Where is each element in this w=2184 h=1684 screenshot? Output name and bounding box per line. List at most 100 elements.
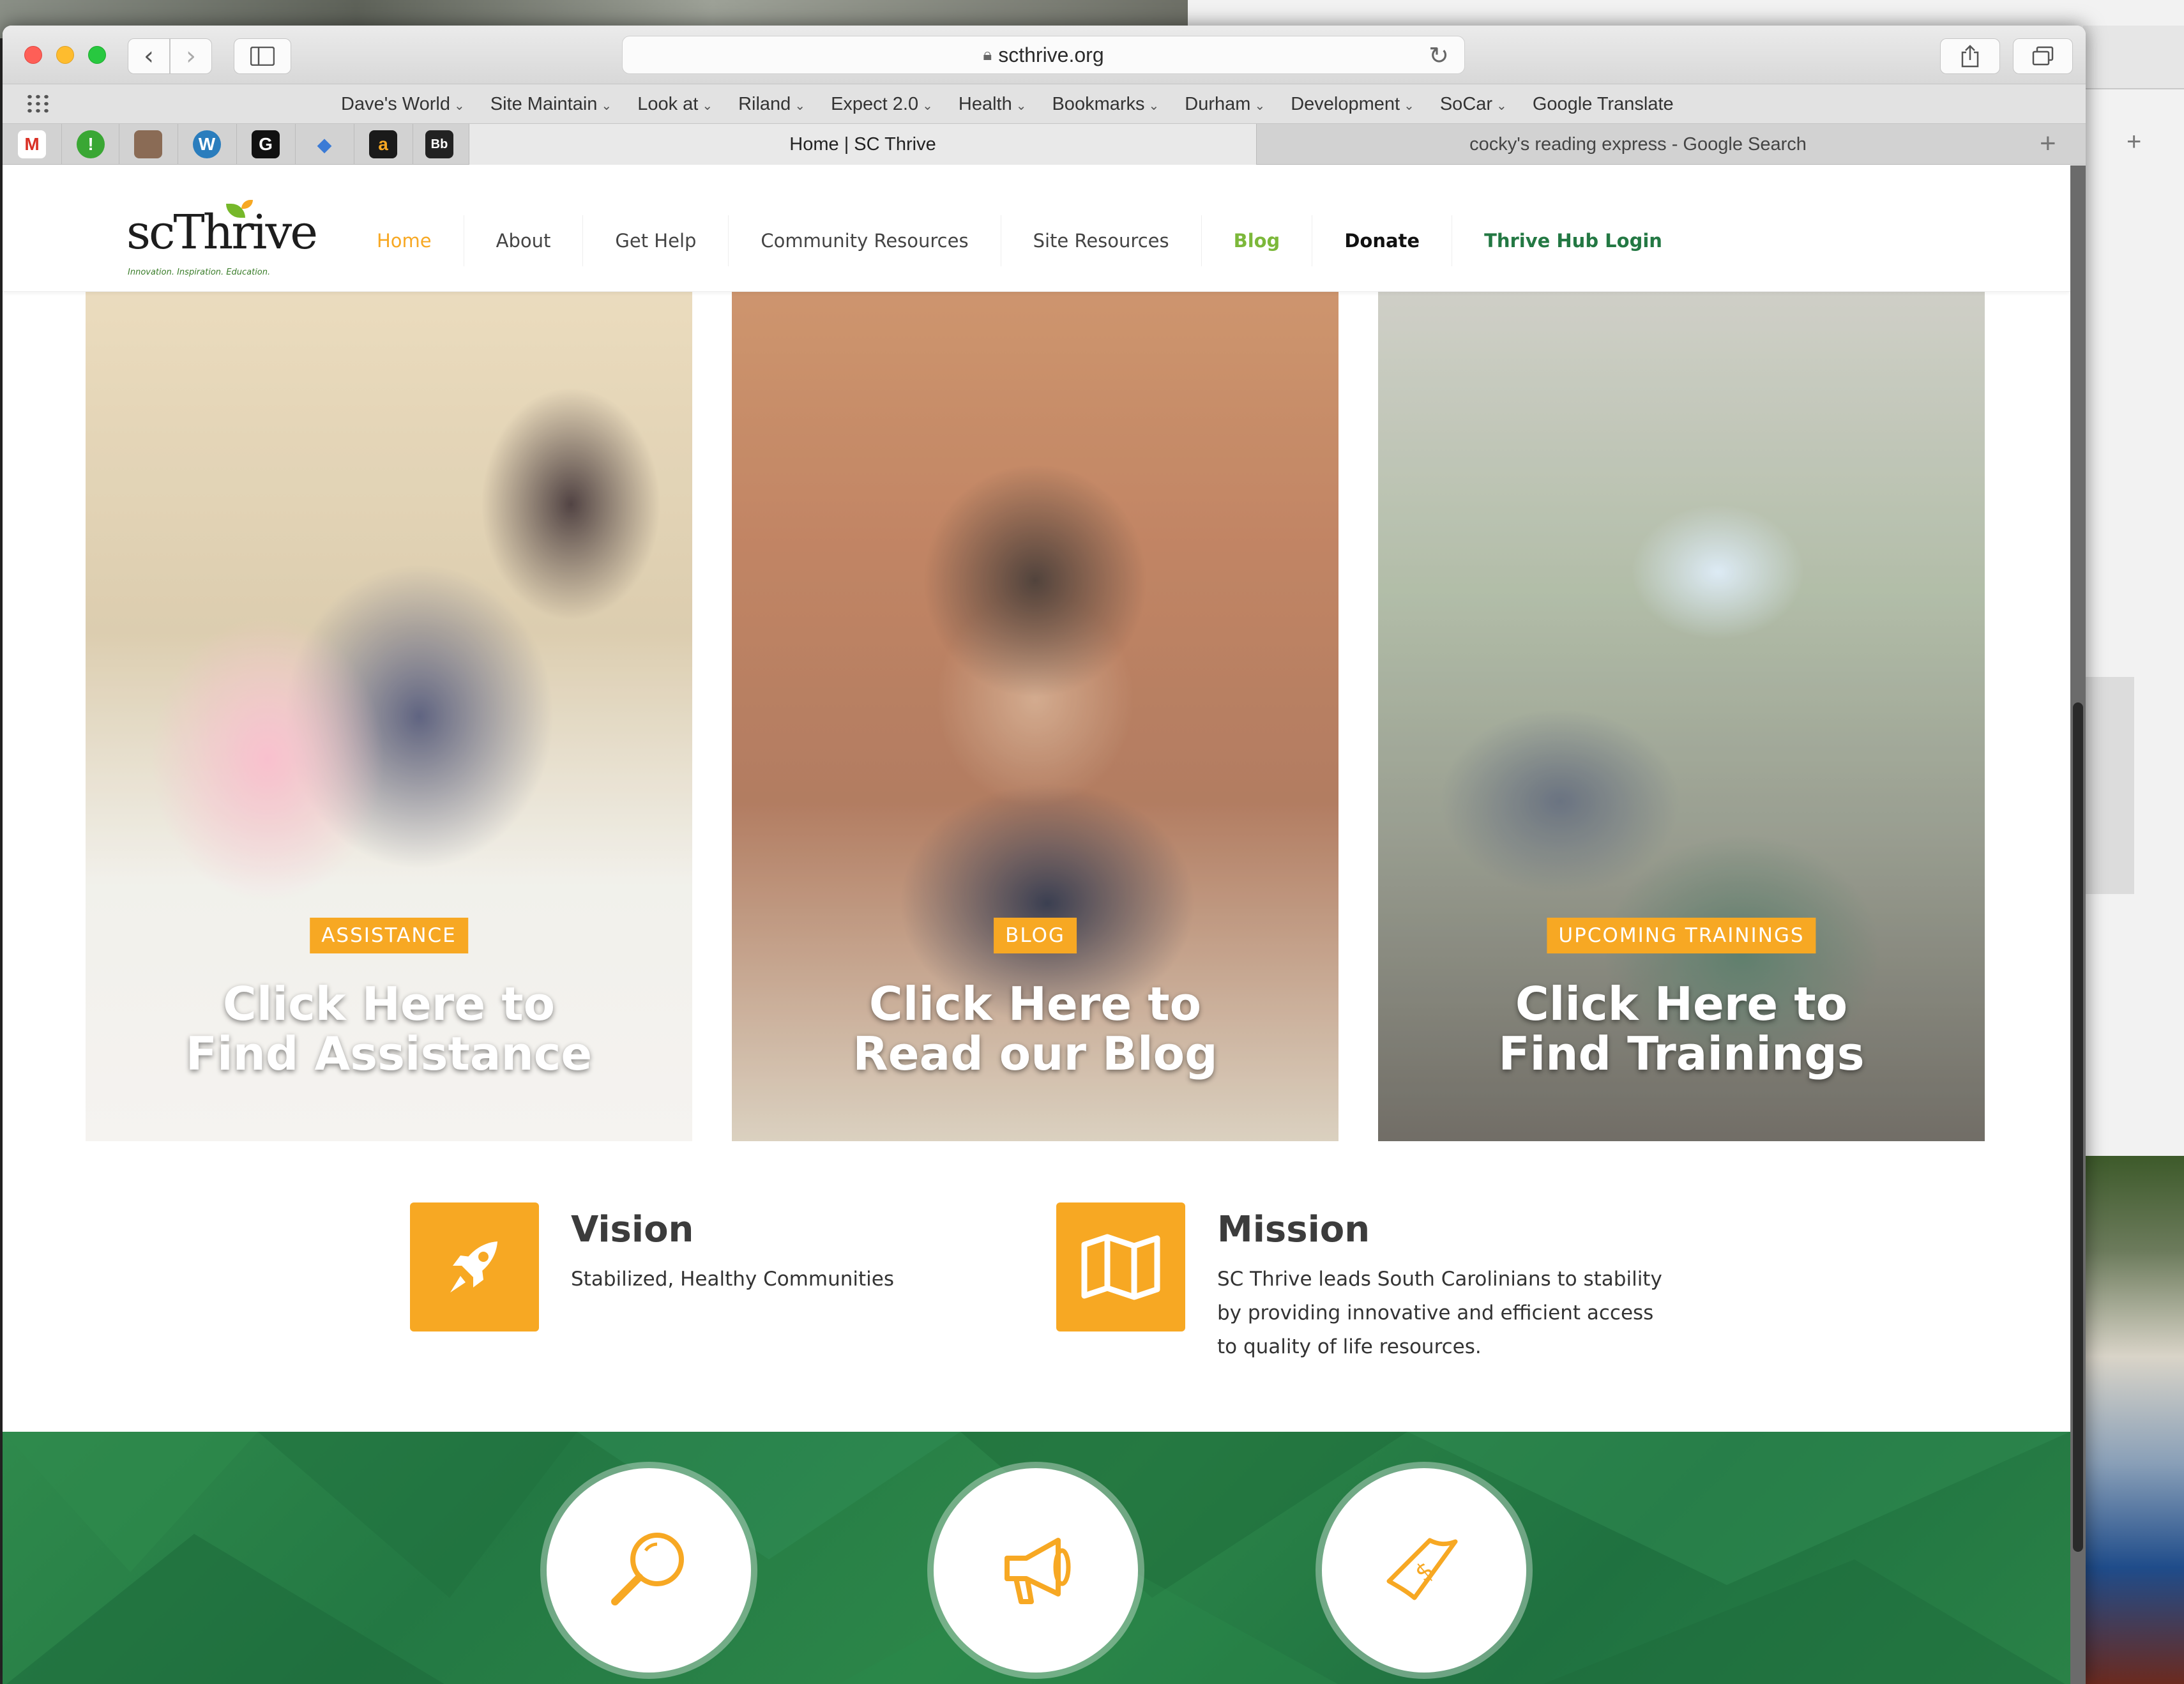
favorite-google-translate[interactable]: Google Translate [1533,94,1674,115]
g-pinned-tab[interactable]: G [252,130,280,158]
tab-divider [236,124,237,165]
chevron-down-icon: ⌄ [1404,98,1414,113]
minimize-window-button[interactable] [56,46,74,64]
site-logo[interactable]: scThrive Innovation. Inspiration. Educat… [126,200,318,277]
announcements-circle-button[interactable] [934,1468,1138,1673]
alert-pinned-tab[interactable]: ! [77,130,105,158]
tile-badge: BLOG [994,918,1077,953]
favorite-development[interactable]: Development ⌄ [1291,94,1414,115]
address-bar[interactable]: 🔒︎ scthrive.org ↻ [622,36,1465,74]
tile-trainings[interactable]: UPCOMING TRAININGS Click Here to Find Tr… [1378,292,1985,1141]
sidebar-icon [250,47,275,66]
tab-divider [295,124,296,165]
tile-badge: ASSISTANCE [310,918,468,953]
donate-circle-button[interactable]: $ [1322,1468,1526,1673]
amazon-pinned-tab[interactable]: a [369,130,397,158]
nav-blog[interactable]: Blog [1202,215,1313,266]
bb-pinned-tab[interactable]: Bb [425,130,453,158]
reload-icon[interactable]: ↻ [1429,42,1449,70]
browser-toolbar: ‹ › 🔒︎ scthrive.org ↻ [3,26,2086,84]
logo-tagline: Innovation. Inspiration. Education. [128,268,271,277]
chevron-down-icon: ⌄ [922,98,933,113]
favorite-durham[interactable]: Durham ⌄ [1185,94,1265,115]
background-new-tab-icon: + [2127,128,2142,156]
tile-assistance[interactable]: ASSISTANCE Click Here to Find Assistance [86,292,692,1141]
close-window-button[interactable] [24,46,42,64]
tab-bar: M ! W G ◆ a Bb Home | SC Thrive cocky's … [3,124,2086,165]
site-header: scThrive Innovation. Inspiration. Educat… [3,165,2070,292]
browser-window: ‹ › 🔒︎ scthrive.org ↻ Dave's World ⌄ Site… [3,26,2086,1684]
nav-community-resources[interactable]: Community Resources [729,215,1001,266]
favorites-list: Dave's World ⌄ Site Maintain ⌄ Look at ⌄ Ri… [341,84,1674,124]
tile-blog[interactable]: BLOG Click Here to Read our Blog [732,292,1338,1141]
feature-tiles: ASSISTANCE Click Here to Find Assistance… [3,292,2070,1148]
page-scrollbar-thumb[interactable] [2073,702,2083,1552]
gmail-pinned-tab[interactable]: M [18,130,46,158]
tab-active[interactable]: Home | SC Thrive [469,124,1257,165]
share-icon [1961,45,1979,68]
tile-badge: UPCOMING TRAININGS [1547,918,1816,953]
tile-cta: Click Here to Find Trainings [1498,977,1865,1081]
wordpress-pinned-tab[interactable]: W [193,130,221,158]
address-bar-url: scthrive.org [998,43,1104,66]
forward-button[interactable]: › [170,38,212,74]
favorite-look-at[interactable]: Look at ⌄ [637,94,713,115]
chevron-down-icon: ⌄ [1254,98,1266,113]
money-icon: $ [1386,1538,1458,1600]
chevron-down-icon: ⌄ [1148,98,1160,113]
background-window-toolbar [2083,26,2184,89]
megaphone-icon [1005,1538,1071,1604]
services-band: $ [3,1432,2070,1684]
favorite-riland[interactable]: Riland ⌄ [738,94,805,115]
chevron-down-icon: ⌄ [601,98,612,113]
lock-icon: 🔒︎ [983,45,992,64]
nav-about[interactable]: About [464,215,584,266]
mission-text: SC Thrive leads South Carolinians to sta… [1217,1268,1662,1358]
find-help-circle-button[interactable] [547,1468,751,1673]
rocket-icon [410,1202,539,1331]
web-page: scThrive Innovation. Inspiration. Educat… [3,165,2070,1684]
vision-title: Vision [571,1209,694,1250]
nav-site-resources[interactable]: Site Resources [1001,215,1202,266]
apps-grid-icon[interactable] [26,93,51,115]
map-icon [1056,1202,1185,1331]
nav-donate[interactable]: Donate [1312,215,1453,266]
tab-overview-button[interactable] [2013,38,2073,74]
main-nav: Home About Get Help Community Resources … [345,215,1694,266]
chevron-down-icon: ⌄ [1496,98,1507,113]
favorite-expect[interactable]: Expect 2.0 ⌄ [831,94,933,115]
back-button[interactable]: ‹ [128,38,170,74]
nav-thrive-hub-login[interactable]: Thrive Hub Login [1452,215,1694,266]
mission-title: Mission [1217,1209,1370,1250]
chevron-down-icon: ⌄ [702,98,713,113]
chevron-left-icon: ‹ [144,42,154,71]
favorite-socar[interactable]: SoCar ⌄ [1440,94,1507,115]
tab-overview-icon [2032,46,2054,66]
sidebar-toggle-button[interactable] [234,38,291,74]
background-photo [2083,1156,2184,1684]
share-button[interactable] [1940,38,2000,74]
vision-text: Stabilized, Healthy Communities [571,1268,894,1291]
tab-google-search[interactable]: cocky's reading express - Google Search [1257,124,2019,165]
chevron-right-icon: › [186,42,196,71]
favorites-bar: Dave's World ⌄ Site Maintain ⌄ Look at ⌄ Ri… [3,84,2086,124]
favorite-health[interactable]: Health ⌄ [959,94,1027,115]
search-icon [611,1533,684,1605]
logo-wordmark: scThrive [126,205,318,260]
chevron-down-icon: ⌄ [454,98,465,113]
dropbox-pinned-tab[interactable]: ◆ [310,130,338,158]
chevron-down-icon: ⌄ [1015,98,1027,113]
favorite-site-maintain[interactable]: Site Maintain ⌄ [490,94,612,115]
tile-cta: Click Here to Read our Blog [853,977,1218,1081]
nav-get-help[interactable]: Get Help [583,215,729,266]
favorite-daves-world[interactable]: Dave's World ⌄ [341,94,465,115]
zoom-window-button[interactable] [88,46,106,64]
nav-home[interactable]: Home [345,215,464,266]
tab-divider [61,124,62,165]
background-window-panel [2083,677,2134,894]
favorite-bookmarks[interactable]: Bookmarks ⌄ [1052,94,1159,115]
tile-cta: Click Here to Find Assistance [185,977,593,1081]
new-tab-button[interactable]: + [2040,128,2056,160]
portrait-pinned-tab[interactable] [134,130,162,158]
chevron-down-icon: ⌄ [794,98,806,113]
